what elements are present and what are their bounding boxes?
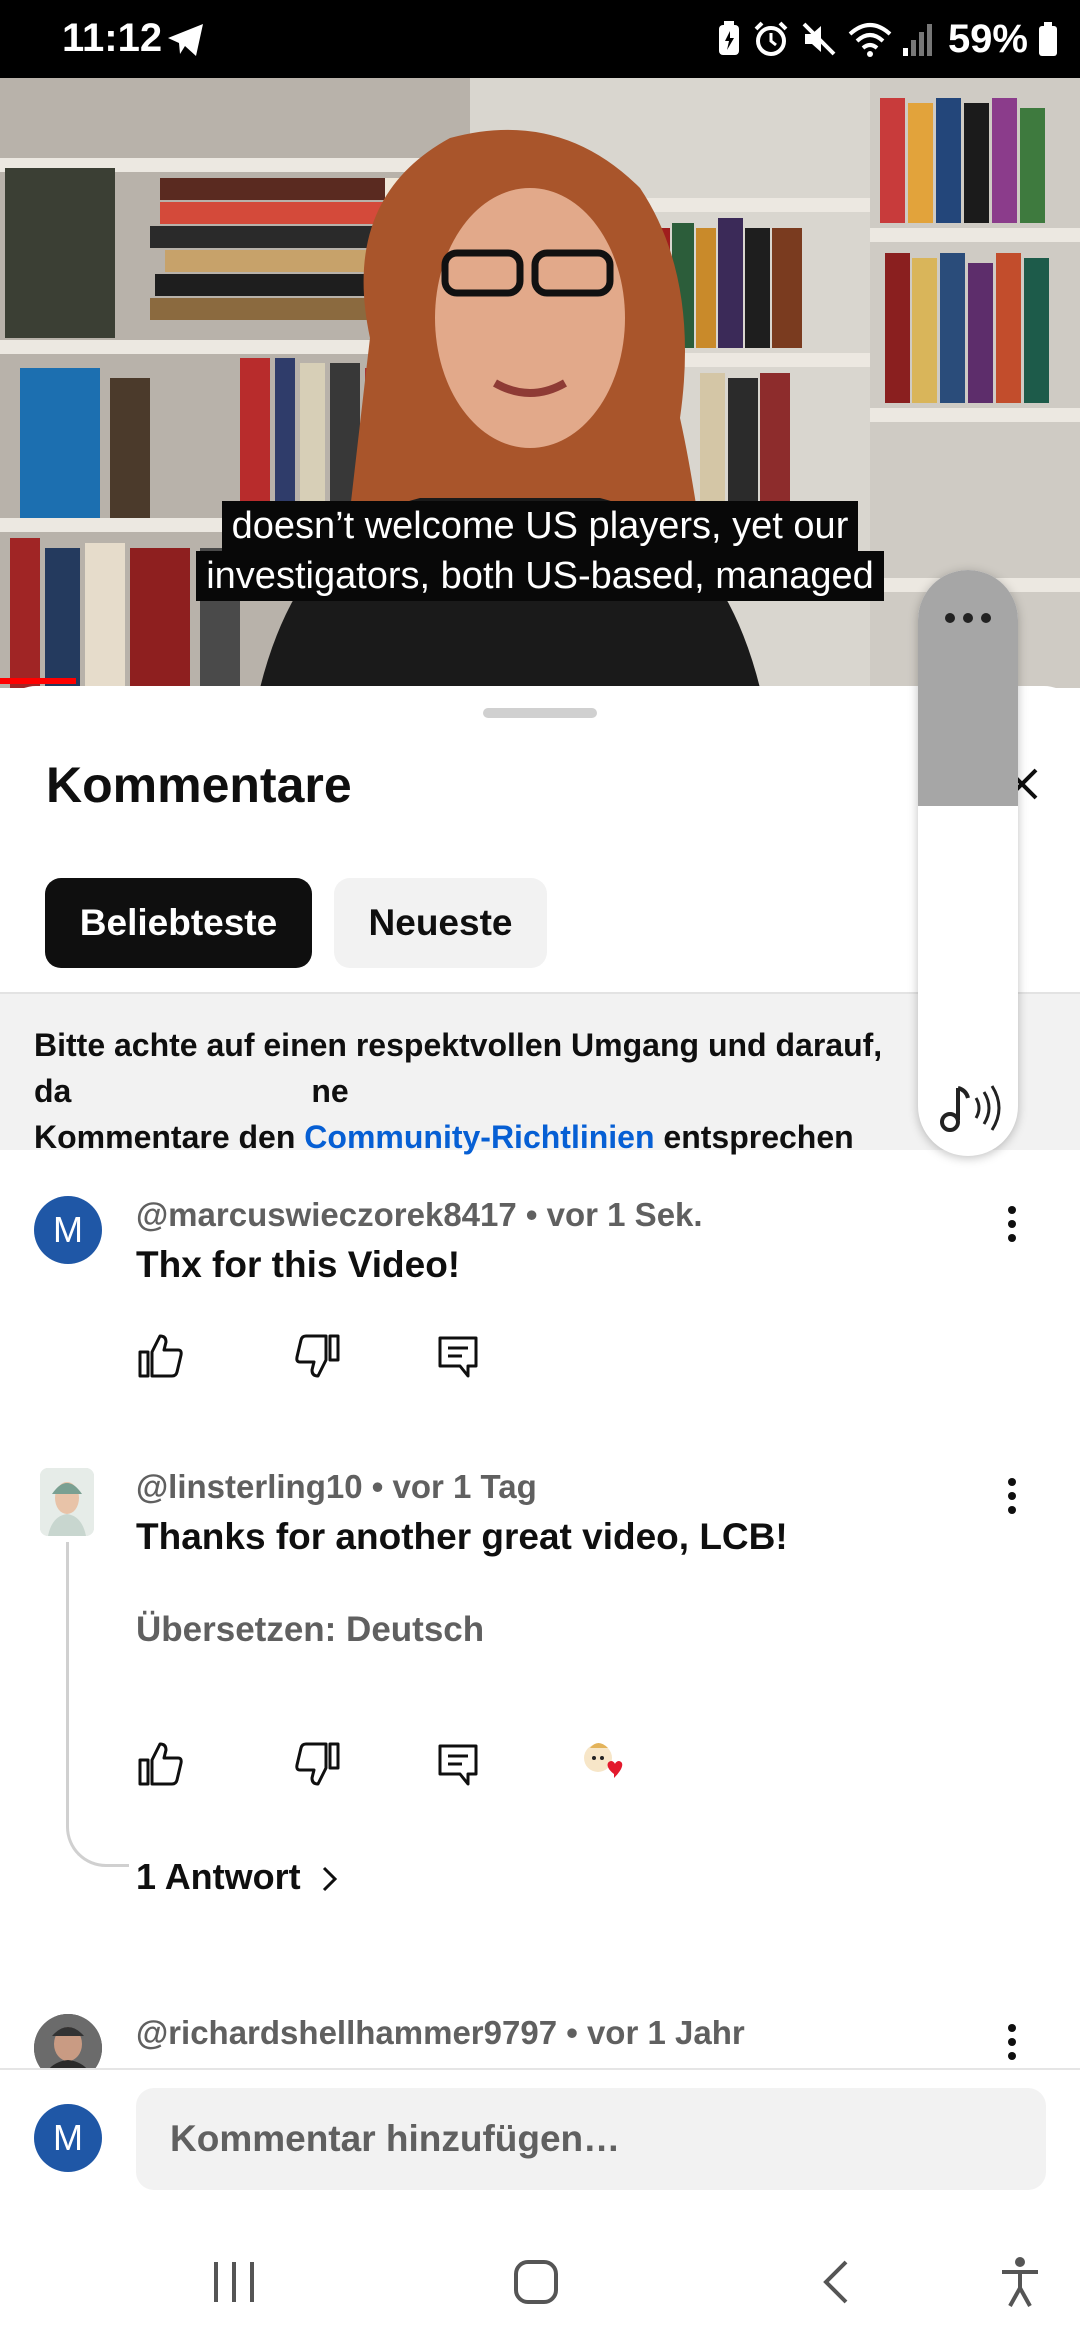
- accessibility-icon[interactable]: [998, 2256, 1042, 2308]
- recents-icon[interactable]: [210, 2260, 258, 2304]
- mute-icon: [802, 22, 836, 56]
- comment-time: • vor 1 Jahr: [566, 2014, 745, 2051]
- subtitle-line-1: doesn’t welcome US players, yet our: [0, 500, 1080, 552]
- battery-saver-icon: [718, 21, 739, 55]
- comment-author[interactable]: @linsterling10: [136, 1468, 363, 1505]
- comment-time: • vor 1 Tag: [371, 1468, 537, 1505]
- music-note-icon[interactable]: [936, 1080, 1002, 1136]
- avatar[interactable]: [34, 2014, 102, 2068]
- status-bar: 11:12 59%: [0, 0, 1080, 78]
- community-guidelines-link[interactable]: Community-Richtlinien: [304, 1119, 654, 1155]
- more-horiz-icon[interactable]: [942, 610, 994, 626]
- like-icon[interactable]: [136, 1740, 184, 1788]
- translate-link[interactable]: Übersetzen: Deutsch: [136, 1610, 484, 1650]
- more-vert-icon[interactable]: [1000, 1202, 1024, 1246]
- comment-text: Thx for this Video!: [136, 1244, 461, 1285]
- avatar[interactable]: M: [34, 1196, 102, 1264]
- video-progress-bar[interactable]: [0, 678, 76, 684]
- comment-input[interactable]: Kommentar hinzufügen…: [136, 2088, 1046, 2190]
- more-vert-icon[interactable]: [1000, 1474, 1024, 1518]
- volume-panel[interactable]: [918, 570, 1018, 1156]
- system-nav-bar: [0, 2224, 1080, 2340]
- status-icons: 59%: [716, 14, 1058, 64]
- heart-icon: [584, 1743, 623, 1778]
- telegram-icon: [168, 24, 203, 56]
- dislike-icon[interactable]: [294, 1332, 342, 1380]
- avatar: M: [34, 2104, 102, 2172]
- comment-author[interactable]: @richardshellhammer9797: [136, 2014, 557, 2051]
- tab-neueste[interactable]: Neueste: [334, 878, 547, 968]
- reply-icon[interactable]: [434, 1740, 482, 1788]
- comment-author[interactable]: @marcuswieczorek8417: [136, 1196, 517, 1233]
- battery-percent: 59%: [947, 16, 1028, 61]
- comment-composer: M Kommentar hinzufügen…: [0, 2068, 1080, 2226]
- alarm-icon: [754, 21, 788, 56]
- tab-beliebteste[interactable]: Beliebteste: [45, 878, 312, 968]
- comment-meta: @richardshellhammer9797 • vor 1 Jahr: [136, 2014, 745, 2052]
- comment-meta: @linsterling10 • vor 1 Tag: [136, 1468, 537, 1506]
- signal-icon: [902, 24, 932, 56]
- notice-text: Bitte achte auf einen respektvollen Umga…: [34, 1027, 883, 1155]
- replies-button[interactable]: 1 Antwort: [136, 1856, 341, 1898]
- status-time: 11:12: [62, 16, 163, 60]
- home-icon[interactable]: [512, 2258, 560, 2306]
- comment-meta: @marcuswieczorek8417 • vor 1 Sek.: [136, 1196, 703, 1234]
- back-icon[interactable]: [820, 2258, 850, 2306]
- comment-actions: [136, 1740, 656, 1788]
- battery-icon: [1039, 22, 1057, 56]
- comment-item: @richardshellhammer9797 • vor 1 Jahr: [0, 1998, 1080, 2068]
- like-icon[interactable]: [136, 1332, 184, 1380]
- comment-text: Thanks for another great video, LCB!: [136, 1516, 788, 1557]
- wifi-icon: [848, 23, 892, 57]
- chevron-right-icon: [322, 1867, 337, 1892]
- avatar[interactable]: [40, 1468, 94, 1536]
- volume-level[interactable]: [918, 570, 1018, 806]
- drag-handle[interactable]: [483, 708, 597, 718]
- dislike-icon[interactable]: [294, 1740, 342, 1788]
- sheet-title: Kommentare: [46, 757, 352, 813]
- more-vert-icon[interactable]: [1000, 2020, 1024, 2064]
- reply-icon[interactable]: [434, 1332, 482, 1380]
- thread-line: [66, 1542, 129, 1867]
- comment-time: • vor 1 Sek.: [525, 1196, 703, 1233]
